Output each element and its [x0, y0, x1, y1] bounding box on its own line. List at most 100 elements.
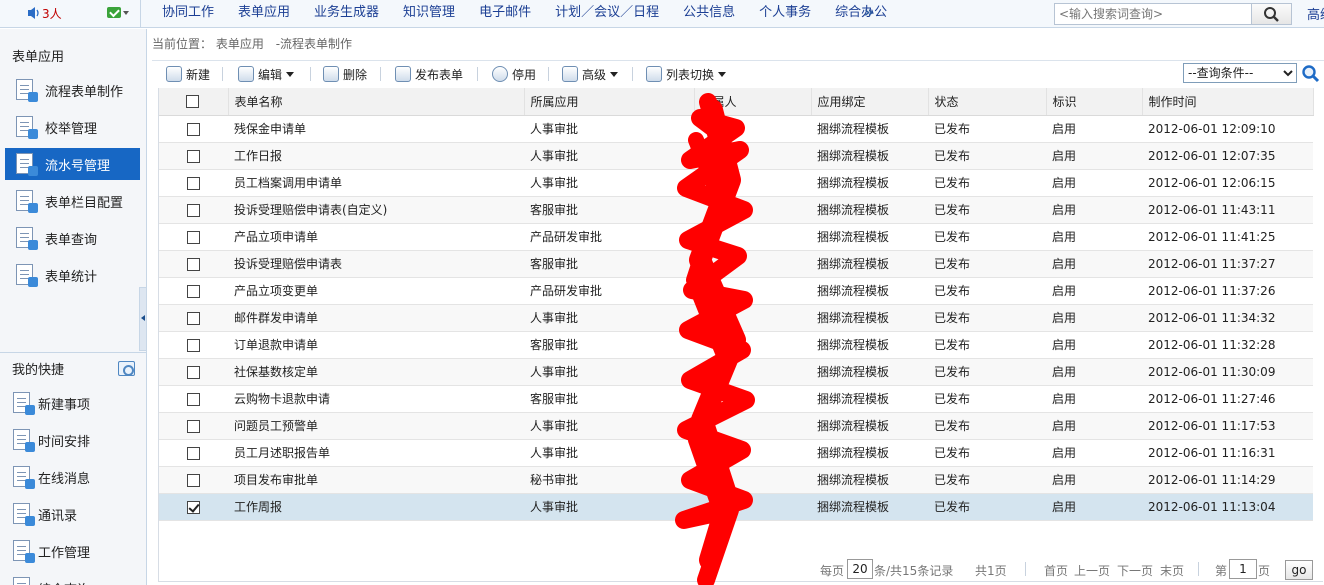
form-name-cell[interactable]: 工作周报 — [228, 493, 524, 521]
form-name-cell[interactable]: 产品立项申请单 — [228, 223, 524, 251]
shortcut-item[interactable]: 工作管理 — [2, 535, 137, 567]
table-row[interactable]: 社保基数核定单 人事审批 捆绑流程模板 已发布 启用 2012-06-01 11:30:0… — [158, 358, 1313, 386]
column-header-status[interactable]: 状态 — [928, 88, 1047, 116]
form-name-cell[interactable]: 邮件群发申请单 — [228, 304, 524, 332]
column-header-time[interactable]: 制作时间 — [1142, 88, 1314, 116]
search-button[interactable] — [1252, 3, 1292, 25]
advanced-button[interactable]: 高级 — [562, 64, 619, 84]
disable-button[interactable]: 停用 — [492, 64, 536, 84]
row-checkbox[interactable] — [186, 419, 200, 433]
row-checkbox[interactable] — [186, 338, 200, 352]
form-name-cell[interactable]: 产品立项变更单 — [228, 277, 524, 305]
column-header-owner[interactable]: 所属人 — [694, 88, 812, 116]
form-name-cell[interactable]: 订单退款申请单 — [228, 331, 524, 359]
table-row[interactable]: 邮件群发申请单 人事审批 捆绑流程模板 已发布 启用 2012-06-01 11:34:3… — [158, 304, 1313, 332]
column-header-flag[interactable]: 标识 — [1046, 88, 1143, 116]
row-checkbox[interactable] — [186, 122, 200, 136]
chevron-down-icon[interactable] — [123, 11, 129, 15]
nav-more-icon[interactable]: » — [864, 3, 874, 21]
table-row[interactable]: 投诉受理赔偿申请表 客服审批 捆绑流程模板 已发布 启用 2012-06-01 11:37… — [158, 250, 1313, 278]
form-name-cell[interactable]: 投诉受理赔偿申请表(自定义) — [228, 196, 524, 224]
row-checkbox[interactable] — [186, 392, 200, 406]
table-row[interactable]: 云购物卡退款申请 客服审批 捆绑流程模板 已发布 启用 2012-06-01 11:27:… — [158, 385, 1313, 413]
nav-item[interactable]: 协同工作 — [150, 0, 226, 28]
nav-item[interactable]: 业务生成器 — [302, 0, 391, 28]
row-checkbox[interactable] — [186, 149, 200, 163]
column-header-name[interactable]: 表单名称 — [228, 88, 525, 116]
query-condition-select[interactable]: --查询条件-- — [1183, 63, 1297, 83]
table-row[interactable]: 残保金申请单 人事审批 捆绑流程模板 已发布 启用 2012-06-01 12:09:10 — [158, 115, 1313, 143]
edit-button[interactable]: 编辑 — [238, 64, 295, 84]
row-checkbox[interactable] — [186, 365, 200, 379]
delete-button[interactable]: 删除 — [323, 64, 367, 84]
search-input[interactable] — [1054, 3, 1252, 25]
prev-page-link[interactable]: 上一页 — [1074, 562, 1110, 579]
select-all-checkbox[interactable] — [186, 95, 200, 109]
nav-item[interactable]: 电子邮件 — [467, 0, 543, 28]
last-page-link[interactable]: 末页 — [1160, 562, 1184, 579]
sidebar-item[interactable]: 校举管理 — [5, 111, 140, 143]
sidebar-item[interactable]: 表单栏目配置 — [5, 185, 140, 217]
row-checkbox[interactable] — [186, 230, 200, 244]
table-row[interactable]: 员工月述职报告单 人事审批 捆绑流程模板 已发布 启用 2012-06-01 11:16:… — [158, 439, 1313, 467]
form-name-cell[interactable]: 员工档案调用申请单 — [228, 169, 524, 197]
row-checkbox[interactable] — [186, 284, 200, 298]
query-search-icon[interactable] — [1301, 64, 1320, 83]
table-row[interactable]: 投诉受理赔偿申请表(自定义) 客服审批 捆绑流程模板 已发布 启用 2012-06-01 … — [158, 196, 1313, 224]
row-checkbox[interactable] — [186, 203, 200, 217]
form-name-cell[interactable]: 员工月述职报告单 — [228, 439, 524, 467]
table-row[interactable]: 产品立项申请单 产品研发审批 捆绑流程模板 已发布 启用 2012-06-01 11:41… — [158, 223, 1313, 251]
nav-item[interactable]: 公共信息 — [671, 0, 747, 28]
row-checkbox[interactable] — [186, 500, 200, 514]
add-shortcut-icon[interactable] — [118, 361, 135, 376]
form-name-cell[interactable]: 工作日报 — [228, 142, 524, 170]
sidebar-item[interactable]: 流水号管理 — [5, 148, 140, 180]
table-row[interactable]: 员工档案调用申请单 人事审批 捆绑流程模板 已发布 启用 2012-06-01 12:06… — [158, 169, 1313, 197]
sidebar-collapse-handle[interactable] — [139, 287, 147, 351]
shortcut-item[interactable]: 通讯录 — [2, 498, 137, 530]
table-row[interactable]: 项目发布审批单 秘书审批 捆绑流程模板 已发布 启用 2012-06-01 11:14:2… — [158, 466, 1313, 494]
nav-item[interactable]: 个人事务 — [747, 0, 823, 28]
go-button[interactable]: go — [1285, 560, 1313, 580]
table-row[interactable]: 问题员工预警单 人事审批 捆绑流程模板 已发布 启用 2012-06-01 11:17:5… — [158, 412, 1313, 440]
shortcut-item[interactable]: 在线消息 — [2, 461, 137, 493]
per-page-input[interactable] — [847, 559, 873, 579]
table-row[interactable]: 订单退款申请单 客服审批 捆绑流程模板 已发布 启用 2012-06-01 11:32:2… — [158, 331, 1313, 359]
table-row[interactable]: 工作日报 人事审批 捆绑流程模板 已发布 启用 2012-06-01 12:07:35 — [158, 142, 1313, 170]
form-name-cell[interactable]: 社保基数核定单 — [228, 358, 524, 386]
nav-item[interactable]: 计划／会议／日程 — [543, 0, 671, 28]
form-name-cell[interactable]: 残保金申请单 — [228, 115, 524, 143]
next-page-link[interactable]: 下一页 — [1117, 562, 1153, 579]
form-name-cell[interactable]: 云购物卡退款申请 — [228, 385, 524, 413]
publish-form-button[interactable]: 发布表单 — [395, 64, 463, 84]
speaker-icon[interactable] — [28, 6, 40, 20]
row-checkbox[interactable] — [186, 176, 200, 190]
row-checkbox[interactable] — [186, 257, 200, 271]
nav-item[interactable]: 综合办公 — [823, 0, 899, 28]
shortcut-item[interactable]: 综合查询 — [2, 572, 137, 585]
sidebar-item[interactable]: 表单统计 — [5, 259, 140, 291]
table-row[interactable]: 工作周报 人事审批 捆绑流程模板 已发布 启用 2012-06-01 11:13:04 — [158, 493, 1313, 521]
table-row[interactable]: 产品立项变更单 产品研发审批 捆绑流程模板 已发布 启用 2012-06-01 11:37… — [158, 277, 1313, 305]
shortcut-item[interactable]: 时间安排 — [2, 424, 137, 456]
advanced-search-link[interactable]: 高级 — [1307, 4, 1324, 23]
online-count[interactable]: 3人 — [42, 5, 62, 22]
first-page-link[interactable]: 首页 — [1044, 562, 1068, 579]
sidebar-item[interactable]: 表单查询 — [5, 222, 140, 254]
switch-view-button[interactable]: 列表切换 — [646, 64, 727, 84]
column-header-binding[interactable]: 应用绑定 — [811, 88, 929, 116]
message-icon[interactable] — [107, 7, 121, 18]
breadcrumb-path[interactable]: 表单应用 — [216, 37, 264, 51]
column-header-app[interactable]: 所属应用 — [524, 88, 695, 116]
row-checkbox[interactable] — [186, 446, 200, 460]
new-button[interactable]: 新建 — [166, 64, 210, 84]
row-checkbox[interactable] — [186, 311, 200, 325]
nav-item[interactable]: 知识管理 — [391, 0, 467, 28]
form-name-cell[interactable]: 项目发布审批单 — [228, 466, 524, 494]
page-input[interactable] — [1229, 559, 1257, 579]
form-name-cell[interactable]: 投诉受理赔偿申请表 — [228, 250, 524, 278]
row-checkbox[interactable] — [186, 473, 200, 487]
sidebar-item[interactable]: 流程表单制作 — [5, 74, 140, 106]
shortcut-item[interactable]: 新建事项 — [2, 387, 137, 419]
form-name-cell[interactable]: 问题员工预警单 — [228, 412, 524, 440]
